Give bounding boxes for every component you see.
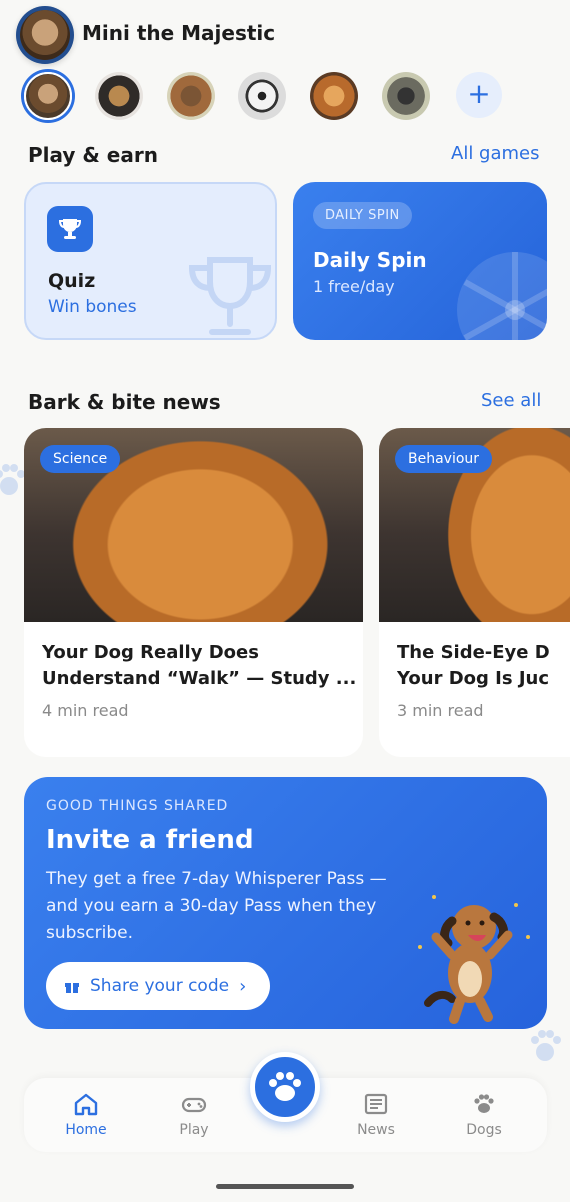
trophy-icon <box>47 206 93 252</box>
nav-news-label: News <box>357 1122 395 1138</box>
news-card[interactable]: Science Your Dog Really Does Understand … <box>24 428 363 757</box>
nav-news[interactable]: News <box>336 1092 416 1138</box>
news-card[interactable]: Behaviour The Side-Eye D Your Dog Is Juc… <box>379 428 570 757</box>
dog-avatar[interactable] <box>310 72 358 120</box>
news-tag: Science <box>40 445 121 473</box>
spin-wheel-icon <box>457 252 547 340</box>
paw-decoration-icon <box>531 1030 561 1061</box>
invite-title: Invite a friend <box>46 825 254 855</box>
news-title: Your Dog Really Does Understand “Walk” —… <box>42 642 357 689</box>
nav-play-label: Play <box>179 1122 209 1138</box>
news-tag: Behaviour <box>395 445 493 473</box>
share-code-label: Share your code <box>90 976 230 996</box>
news-read-time: 4 min read <box>42 701 129 720</box>
dancing-dog-illustration <box>418 895 530 1024</box>
news-title: The Side-Eye D Your Dog Is Juc <box>397 642 550 689</box>
nav-home-label: Home <box>65 1122 107 1138</box>
news-read-time: 3 min read <box>397 701 484 720</box>
dog-avatar[interactable] <box>95 72 143 120</box>
gamepad-icon <box>181 1097 207 1113</box>
nav-dogs[interactable]: Dogs <box>444 1092 524 1138</box>
gift-icon <box>65 983 79 993</box>
daily-spin-badge: DAILY SPIN <box>313 202 412 229</box>
daily-spin-subtitle: 1 free/day <box>313 277 395 296</box>
profile-avatar[interactable] <box>16 6 74 64</box>
dog-avatar[interactable] <box>382 72 430 120</box>
all-games-link[interactable]: All games <box>451 143 539 164</box>
nav-play[interactable]: Play <box>154 1092 234 1138</box>
quiz-subtitle: Win bones <box>48 297 137 317</box>
quiz-title: Quiz <box>48 270 96 292</box>
share-code-button[interactable]: Share your code › <box>46 962 270 1010</box>
nav-home[interactable]: Home <box>46 1092 126 1138</box>
daily-spin-card[interactable]: DAILY SPIN Daily Spin 1 free/day <box>293 182 547 340</box>
nav-dogs-label: Dogs <box>466 1122 502 1138</box>
daily-spin-title: Daily Spin <box>313 248 427 272</box>
paw-decoration-icon <box>0 464 25 495</box>
see-all-link[interactable]: See all <box>481 390 541 411</box>
profile-header: Mini the Majestic + <box>0 0 570 128</box>
trophy-watermark-icon <box>188 257 272 335</box>
dog-avatar[interactable] <box>24 72 72 120</box>
play-section-title: Play & earn <box>28 143 158 167</box>
paw-icon <box>269 1072 301 1101</box>
newspaper-icon <box>364 1093 388 1115</box>
invite-card: GOOD THINGS SHARED Invite a friend They … <box>24 777 547 1029</box>
quiz-card[interactable]: Quiz Win bones <box>24 182 277 340</box>
chevron-right-icon: › <box>239 975 247 997</box>
news-section-title: Bark & bite news <box>28 390 221 414</box>
home-icon <box>74 1093 98 1116</box>
dog-avatar[interactable] <box>167 72 215 120</box>
home-indicator[interactable] <box>216 1184 354 1189</box>
paw-icon <box>474 1094 494 1113</box>
invite-body: They get a free 7-day Whisperer Pass — a… <box>46 869 387 943</box>
invite-kicker: GOOD THINGS SHARED <box>46 798 229 814</box>
dog-avatar[interactable] <box>238 72 286 120</box>
paw-fab-button[interactable] <box>250 1052 320 1122</box>
profile-name: Mini the Majestic <box>82 21 276 45</box>
add-dog-button[interactable]: + <box>456 72 502 118</box>
